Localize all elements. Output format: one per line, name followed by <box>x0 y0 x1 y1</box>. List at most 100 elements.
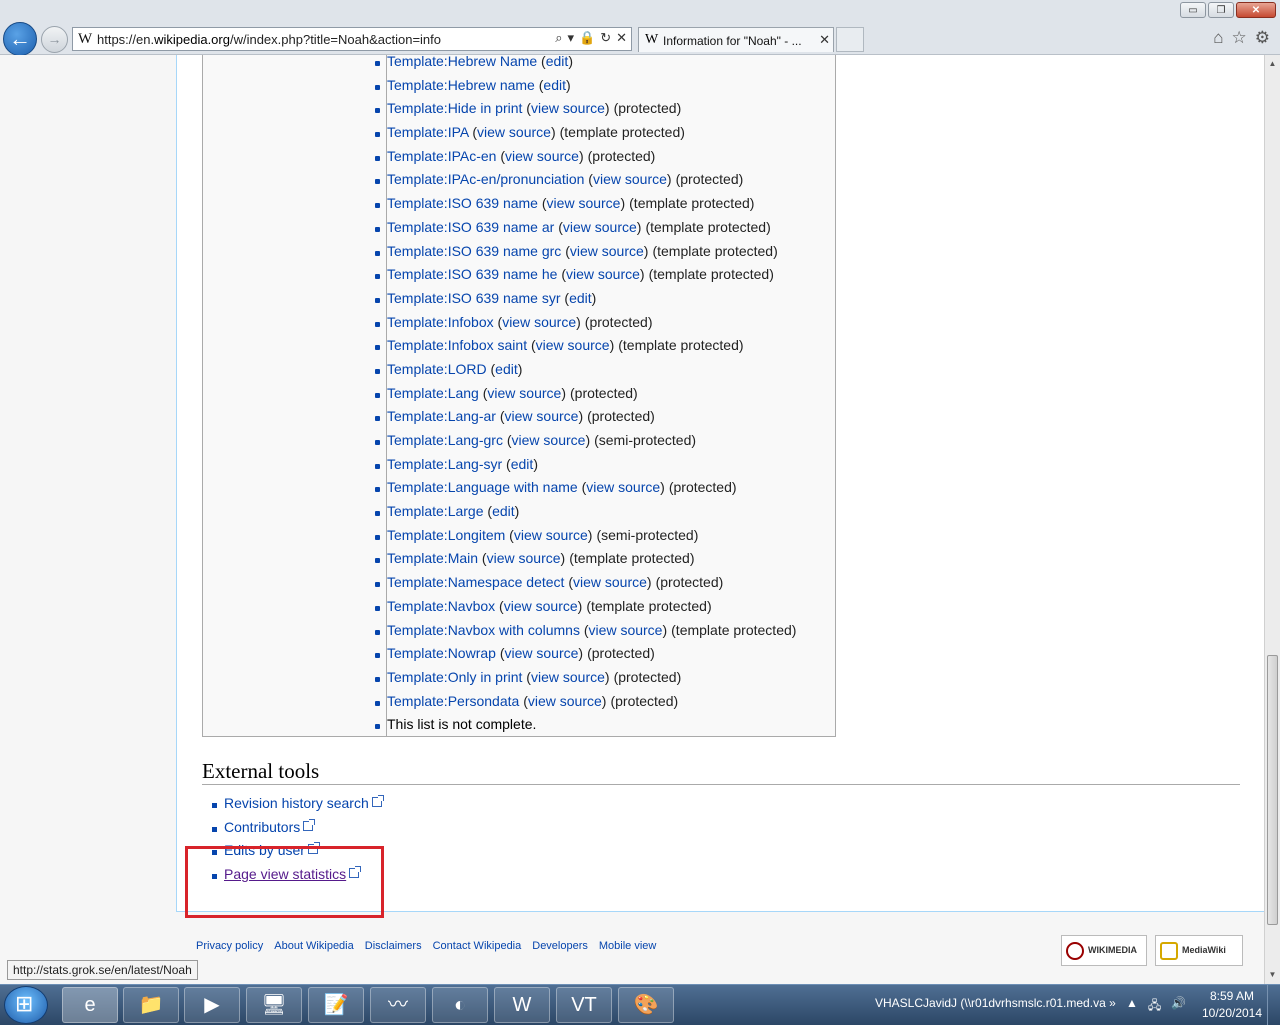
folder-icon[interactable]: 📁 <box>123 987 179 1023</box>
template-action-link[interactable]: edit <box>546 55 569 69</box>
about-wikipedia-link[interactable]: About Wikipedia <box>274 940 354 952</box>
mediawiki-badge[interactable]: MediaWiki <box>1155 935 1243 966</box>
template-link[interactable]: Template:Lang-grc <box>387 432 503 448</box>
scroll-down-icon[interactable]: ▼ <box>1267 968 1278 982</box>
privacy-policy-link[interactable]: Privacy policy <box>196 940 263 952</box>
template-link[interactable]: Template:Infobox <box>387 314 494 330</box>
template-link[interactable]: Template:Hebrew name <box>387 77 535 93</box>
vertical-scrollbar[interactable]: ▲ ▼ <box>1264 55 1280 984</box>
revision-history-search-link[interactable]: Revision history search <box>224 795 369 811</box>
template-link[interactable]: Template:LORD <box>387 361 487 377</box>
template-action-link[interactable]: view source <box>487 385 561 401</box>
vt-app-icon[interactable]: VT <box>556 987 612 1023</box>
show-hidden-icons-icon[interactable]: ▲ <box>1126 996 1138 1017</box>
search-icon[interactable]: ⌕ <box>555 30 562 46</box>
template-link[interactable]: Template:ISO 639 name syr <box>387 290 561 306</box>
forward-button[interactable]: → <box>41 26 68 53</box>
template-action-link[interactable]: edit <box>495 361 518 377</box>
template-link[interactable]: Template:Language with name <box>387 479 578 495</box>
contact-wikipedia-link[interactable]: Contact Wikipedia <box>433 940 522 952</box>
template-action-link[interactable]: view source <box>512 432 586 448</box>
waveform-app-icon[interactable]: 〰 <box>370 987 426 1023</box>
template-action-link[interactable]: view source <box>573 574 647 590</box>
disclaimers-link[interactable]: Disclaimers <box>365 940 422 952</box>
template-action-link[interactable]: view source <box>547 195 621 211</box>
template-action-link[interactable]: view source <box>531 100 605 116</box>
template-action-link[interactable]: view source <box>505 645 579 661</box>
template-action-link[interactable]: view source <box>514 527 588 543</box>
remote-desktop-icon[interactable]: 🖥 <box>246 987 302 1023</box>
template-action-link[interactable]: view source <box>487 550 561 566</box>
scrollbar-thumb[interactable] <box>1267 655 1278 925</box>
template-link[interactable]: Template:Hebrew Name <box>387 55 537 69</box>
volume-icon[interactable]: 🔊 <box>1171 996 1186 1017</box>
template-action-link[interactable]: view source <box>477 124 551 140</box>
network-icon[interactable]: 🖧 <box>1148 996 1161 1017</box>
template-action-link[interactable]: view source <box>536 337 610 353</box>
template-link[interactable]: Template:IPAc-en <box>387 148 496 164</box>
template-action-link[interactable]: view source <box>563 219 637 235</box>
template-link[interactable]: Template:ISO 639 name he <box>387 266 557 282</box>
show-desktop-button[interactable] <box>1267 985 1280 1025</box>
stop-icon[interactable]: ✕ <box>616 30 627 46</box>
minimize-button[interactable]: ▭ <box>1180 2 1206 18</box>
paint-icon[interactable]: 🎨 <box>618 987 674 1023</box>
start-button[interactable] <box>4 986 48 1024</box>
new-tab-button[interactable] <box>836 27 864 52</box>
template-link[interactable]: Template:Main <box>387 550 478 566</box>
contributors-link[interactable]: Contributors <box>224 819 300 835</box>
template-action-link[interactable]: view source <box>505 408 579 424</box>
tab-close-icon[interactable]: ✕ <box>819 32 830 48</box>
word-icon[interactable]: W <box>494 987 550 1023</box>
template-action-link[interactable]: view source <box>504 598 578 614</box>
mobile-view-link[interactable]: Mobile view <box>599 940 656 952</box>
template-action-link[interactable]: view source <box>586 479 660 495</box>
media-player-icon[interactable]: ▶ <box>184 987 240 1023</box>
template-action-link[interactable]: view source <box>570 243 644 259</box>
tray-more-icon[interactable]: » <box>1109 996 1116 1010</box>
template-link[interactable]: Template:IPAc-en/pronunciation <box>387 171 584 187</box>
lock-icon[interactable]: 🔒 <box>579 30 595 46</box>
template-action-link[interactable]: view source <box>589 622 663 638</box>
template-action-link[interactable]: edit <box>543 77 566 93</box>
template-link[interactable]: Template:Only in print <box>387 669 522 685</box>
template-link[interactable]: Template:Navbox with columns <box>387 622 580 638</box>
maximize-button[interactable]: ❐ <box>1208 2 1234 18</box>
template-link[interactable]: Template:Nowrap <box>387 645 496 661</box>
template-action-link[interactable]: view source <box>528 693 602 709</box>
template-link[interactable]: Template:Longitem <box>387 527 505 543</box>
browser-tab[interactable]: W Information for "Noah" - ... ✕ <box>638 27 834 52</box>
template-link[interactable]: Template:Large <box>387 503 484 519</box>
template-link[interactable]: Template:Persondata <box>387 693 519 709</box>
template-action-link[interactable]: edit <box>569 290 592 306</box>
template-action-link[interactable]: view source <box>593 171 667 187</box>
favorites-icon[interactable]: ☆ <box>1232 28 1247 48</box>
template-action-link[interactable]: edit <box>492 503 515 519</box>
dropdown-icon[interactable]: ▾ <box>567 30 574 46</box>
template-link[interactable]: Template:IPA <box>387 124 468 140</box>
refresh-icon[interactable]: ↻ <box>600 30 611 46</box>
template-action-link[interactable]: view source <box>531 669 605 685</box>
red-app-icon[interactable]: ◐ <box>432 987 488 1023</box>
template-link[interactable]: Template:ISO 639 name <box>387 195 538 211</box>
template-action-link[interactable]: view source <box>505 148 579 164</box>
address-url[interactable]: https://en.wikipedia.org/w/index.php?tit… <box>97 32 441 47</box>
template-link[interactable]: Template:Lang-syr <box>387 456 502 472</box>
template-link[interactable]: Template:ISO 639 name ar <box>387 219 554 235</box>
template-link[interactable]: Template:Navbox <box>387 598 495 614</box>
developers-link[interactable]: Developers <box>532 940 588 952</box>
back-button[interactable]: ← <box>3 22 37 56</box>
template-link[interactable]: Template:Infobox saint <box>387 337 527 353</box>
wikimedia-badge[interactable]: WIKIMEDIA <box>1061 935 1147 966</box>
close-window-button[interactable]: ✕ <box>1236 2 1276 18</box>
scroll-up-icon[interactable]: ▲ <box>1267 57 1278 71</box>
gear-icon[interactable]: ⚙ <box>1255 28 1270 48</box>
notepad-icon[interactable]: 📝 <box>308 987 364 1023</box>
template-link[interactable]: Template:ISO 639 name grc <box>387 243 561 259</box>
home-icon[interactable]: ⌂ <box>1213 28 1223 48</box>
clock[interactable]: 8:59 AM 10/20/2014 <box>1197 988 1267 1022</box>
template-action-link[interactable]: edit <box>511 456 534 472</box>
template-link[interactable]: Template:Lang-ar <box>387 408 496 424</box>
template-action-link[interactable]: view source <box>502 314 576 330</box>
template-link[interactable]: Template:Lang <box>387 385 479 401</box>
